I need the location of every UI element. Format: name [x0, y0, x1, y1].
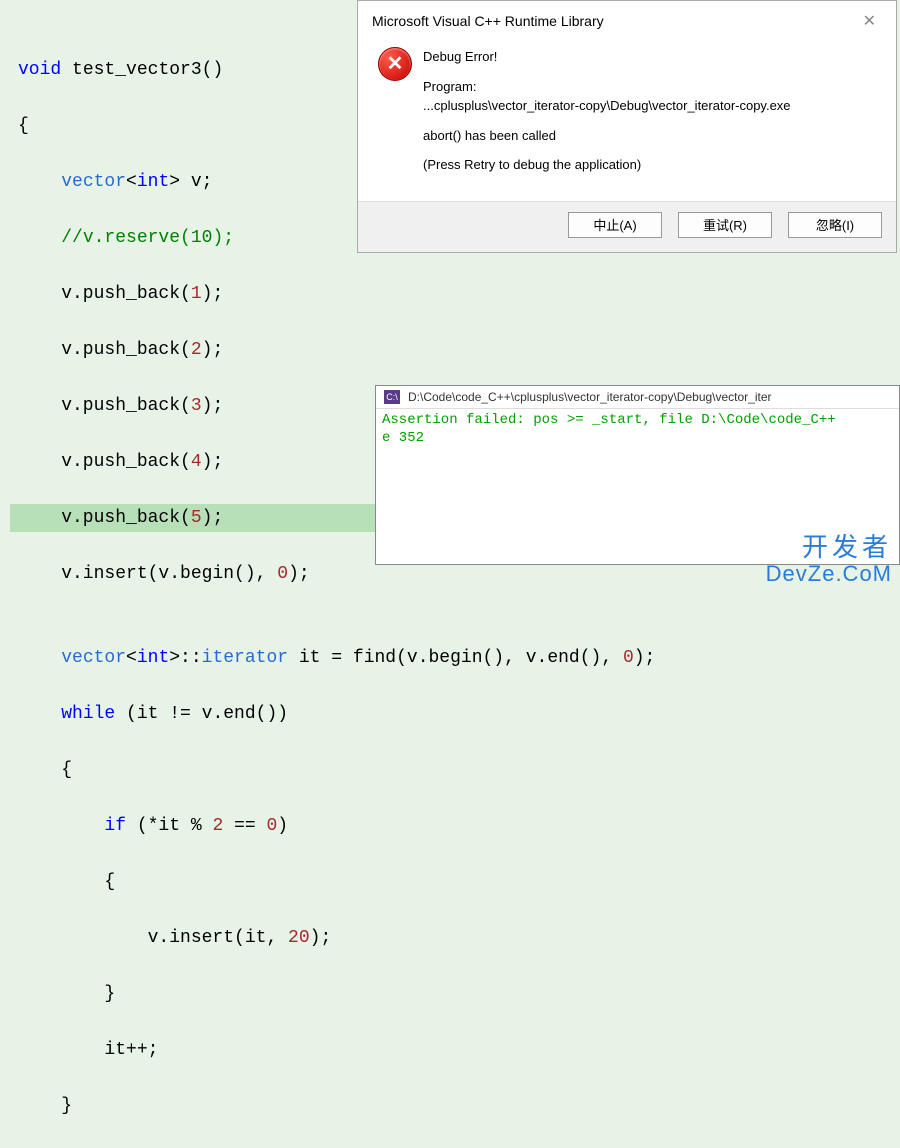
code-line: {: [10, 756, 900, 784]
dialog-heading: Debug Error!: [423, 47, 882, 67]
abort-message: abort() has been called: [423, 126, 882, 146]
error-icon: ✕: [378, 47, 412, 81]
code-line: it++;: [10, 1036, 900, 1064]
dialog-titlebar: Microsoft Visual C++ Runtime Library ✕: [358, 1, 896, 39]
code-line: vector<int>::iterator it = find(v.begin(…: [10, 644, 900, 672]
retry-message: (Press Retry to debug the application): [423, 155, 882, 175]
watermark: 开发者 DevZe.CoM: [766, 533, 892, 586]
code-line: while (it != v.end()): [10, 700, 900, 728]
program-label: Program:: [423, 77, 882, 97]
code-line: if (*it % 2 == 0): [10, 812, 900, 840]
code-line: v.push_back(1);: [10, 280, 900, 308]
close-icon[interactable]: ✕: [857, 11, 882, 31]
ignore-button[interactable]: 忽略(I): [788, 212, 882, 238]
abort-button[interactable]: 中止(A): [568, 212, 662, 238]
code-line: {: [10, 868, 900, 896]
code-line: v.insert(it, 20);: [10, 924, 900, 952]
console-output: Assertion failed: pos >= _start, file D:…: [376, 409, 899, 449]
retry-button[interactable]: 重试(R): [678, 212, 772, 238]
console-icon: C:\: [384, 390, 400, 404]
program-path: ...cplusplus\vector_iterator-copy\Debug\…: [423, 96, 882, 116]
code-line: }: [10, 980, 900, 1008]
runtime-error-dialog: Microsoft Visual C++ Runtime Library ✕ ✕…: [357, 0, 897, 253]
console-line: Assertion failed: pos >= _start, file D:…: [382, 412, 836, 428]
code-line: v.push_back(2);: [10, 336, 900, 364]
code-line: }: [10, 1092, 900, 1120]
console-line: e 352: [382, 430, 424, 446]
console-title-text: D:\Code\code_C++\cplusplus\vector_iterat…: [408, 390, 772, 404]
console-titlebar: C:\ D:\Code\code_C++\cplusplus\vector_it…: [376, 386, 899, 409]
watermark-cn: 开发者: [766, 533, 892, 562]
dialog-title-text: Microsoft Visual C++ Runtime Library: [372, 13, 604, 29]
dialog-button-row: 中止(A) 重试(R) 忽略(I): [358, 201, 896, 252]
watermark-en: DevZe.CoM: [766, 562, 892, 586]
dialog-body: ✕ Debug Error! Program: ...cplusplus\vec…: [358, 39, 896, 201]
